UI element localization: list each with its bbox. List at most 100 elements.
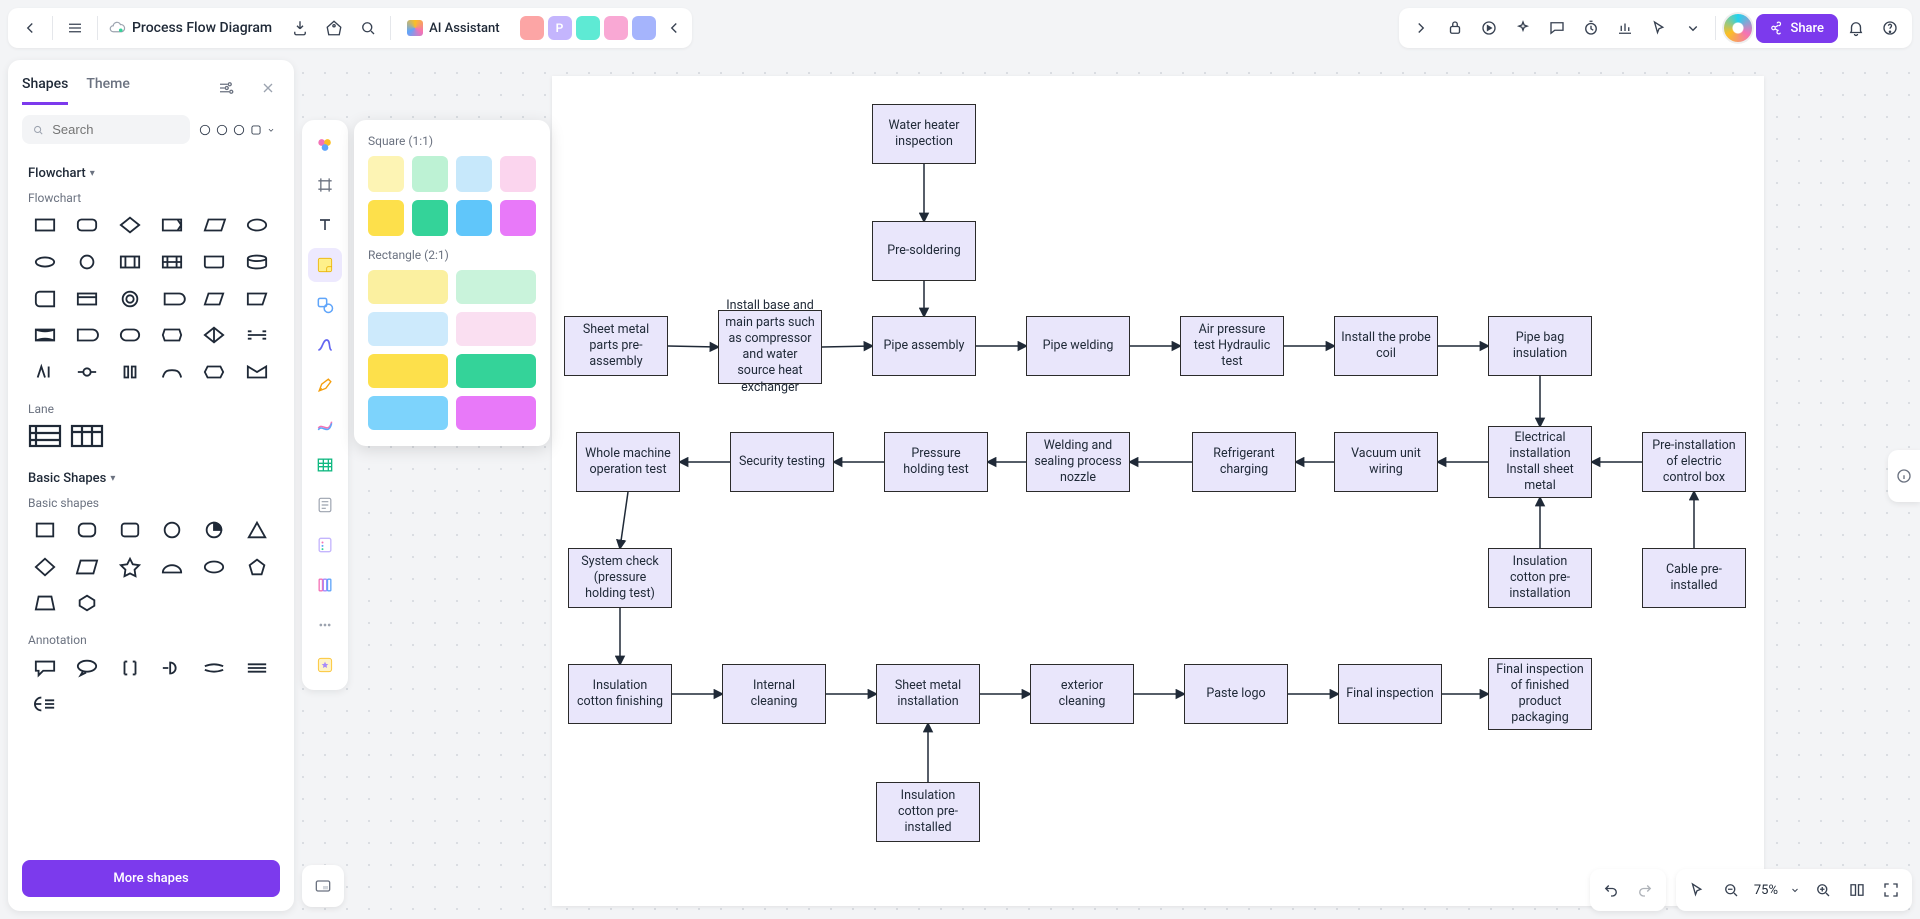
lock-icon[interactable] [1439,12,1471,44]
flowchart-shape[interactable] [197,321,231,350]
basic-shape[interactable] [28,589,62,618]
color-swatch[interactable] [368,354,448,388]
flowchart-shape[interactable] [28,248,62,277]
color-swatch[interactable] [412,200,448,236]
flowchart-shape[interactable] [28,321,62,350]
flow-node[interactable]: Sheet metal installation [876,664,980,724]
flow-node[interactable]: Refrigerant charging [1192,432,1296,492]
pages-button[interactable] [1842,875,1872,905]
help-icon[interactable] [1874,12,1906,44]
flowchart-shape[interactable] [70,284,104,313]
redo-button[interactable] [1630,875,1660,905]
zoom-level[interactable]: 75% [1750,883,1782,898]
flowchart-shape[interactable] [70,211,104,240]
tool-note-icon[interactable] [308,488,342,522]
basic-shape[interactable] [197,552,231,581]
color-swatch[interactable] [500,156,536,192]
flow-node[interactable]: Install base and main parts such as comp… [718,310,822,384]
flowchart-shape[interactable] [197,248,231,277]
flow-node[interactable]: Final inspection [1338,664,1442,724]
color-swatch[interactable] [368,270,448,304]
tab-theme[interactable]: Theme [86,70,130,105]
flow-node[interactable]: Install the probe coil [1334,316,1438,376]
annotation-shape[interactable] [70,653,104,682]
flowchart-shape[interactable] [28,284,62,313]
flowchart-shape[interactable] [28,211,62,240]
flow-node[interactable]: Water heater inspection [872,104,976,164]
flow-node[interactable]: Insulation cotton pre-installed [876,782,980,842]
sparkle-icon[interactable] [1507,12,1539,44]
flowchart-shape[interactable] [155,284,189,313]
color-swatch[interactable] [368,156,404,192]
back-button[interactable] [14,12,46,44]
chart-icon[interactable] [1609,12,1641,44]
flowchart-shape[interactable] [197,284,231,313]
search-button[interactable] [352,12,384,44]
annotation-shape[interactable] [155,653,189,682]
flow-node[interactable]: Whole machine operation test [576,432,680,492]
zoom-dropdown[interactable] [1786,875,1804,905]
flow-node[interactable]: Insulation cotton finishing [568,664,672,724]
flowchart-shape[interactable] [197,357,231,386]
flow-node[interactable]: Vacuum unit wiring [1334,432,1438,492]
flowchart-shape[interactable] [28,357,62,386]
export-button[interactable] [284,12,316,44]
tool-favorite-icon[interactable] [308,648,342,682]
shape-search-input[interactable] [50,121,180,138]
flow-node[interactable]: Welding and sealing process nozzle [1026,432,1130,492]
more-collaborators[interactable] [662,12,686,44]
cursor-icon[interactable] [1643,12,1675,44]
zoom-out-button[interactable] [1716,875,1746,905]
basic-shape[interactable] [240,516,274,545]
zoom-in-button[interactable] [1808,875,1838,905]
tab-shapes[interactable]: Shapes [22,70,68,105]
flow-node[interactable]: Pre-installation of electric control box [1642,432,1746,492]
color-swatch[interactable] [456,354,536,388]
basic-shape[interactable] [113,516,147,545]
tool-curve-icon[interactable] [308,328,342,362]
color-swatch[interactable] [500,200,536,236]
basic-shape[interactable] [28,552,62,581]
flow-node[interactable]: Paste logo [1184,664,1288,724]
bell-icon[interactable] [1840,12,1872,44]
lane-shape[interactable] [28,422,62,451]
collaborator-avatar[interactable] [520,16,544,40]
flowchart-shape[interactable] [113,248,147,277]
flowchart-shape[interactable] [240,211,274,240]
color-swatch[interactable] [368,396,448,430]
collaborator-avatar[interactable] [604,16,628,40]
tag-button[interactable] [318,12,350,44]
color-swatch[interactable] [412,156,448,192]
panel-settings-icon[interactable] [214,76,238,100]
color-swatch[interactable] [456,270,536,304]
tool-frame-icon[interactable] [308,168,342,202]
flow-node[interactable]: System check (pressure holding test) [568,548,672,608]
close-panel-icon[interactable] [256,76,280,100]
annotation-shape[interactable] [240,653,274,682]
flowchart-shape[interactable] [197,211,231,240]
flowchart-shape[interactable] [240,284,274,313]
flowchart-shape[interactable] [155,211,189,240]
flowchart-shape[interactable] [113,321,147,350]
quick-shapes[interactable] [198,123,280,137]
play-icon[interactable] [1473,12,1505,44]
basic-shape[interactable] [155,552,189,581]
flow-node[interactable]: Pressure holding test [884,432,988,492]
tool-text-icon[interactable] [308,208,342,242]
tool-pen-icon[interactable] [308,368,342,402]
nav-next-icon[interactable] [1405,12,1437,44]
flowchart-shape[interactable] [240,357,274,386]
more-shapes-button[interactable]: More shapes [22,860,280,897]
flow-node[interactable]: Pipe assembly [872,316,976,376]
minimap-toggle[interactable] [302,865,344,907]
flow-node[interactable]: Internal cleaning [722,664,826,724]
flowchart-shape[interactable] [113,357,147,386]
tool-list-icon[interactable] [308,528,342,562]
timer-icon[interactable] [1575,12,1607,44]
cursor-mode-button[interactable] [1682,875,1712,905]
lane-shape[interactable] [70,422,104,451]
basic-shape[interactable] [28,516,62,545]
flowchart-shape[interactable] [70,321,104,350]
flow-node[interactable]: Security testing [730,432,834,492]
brand-logo-icon[interactable] [1722,12,1754,44]
